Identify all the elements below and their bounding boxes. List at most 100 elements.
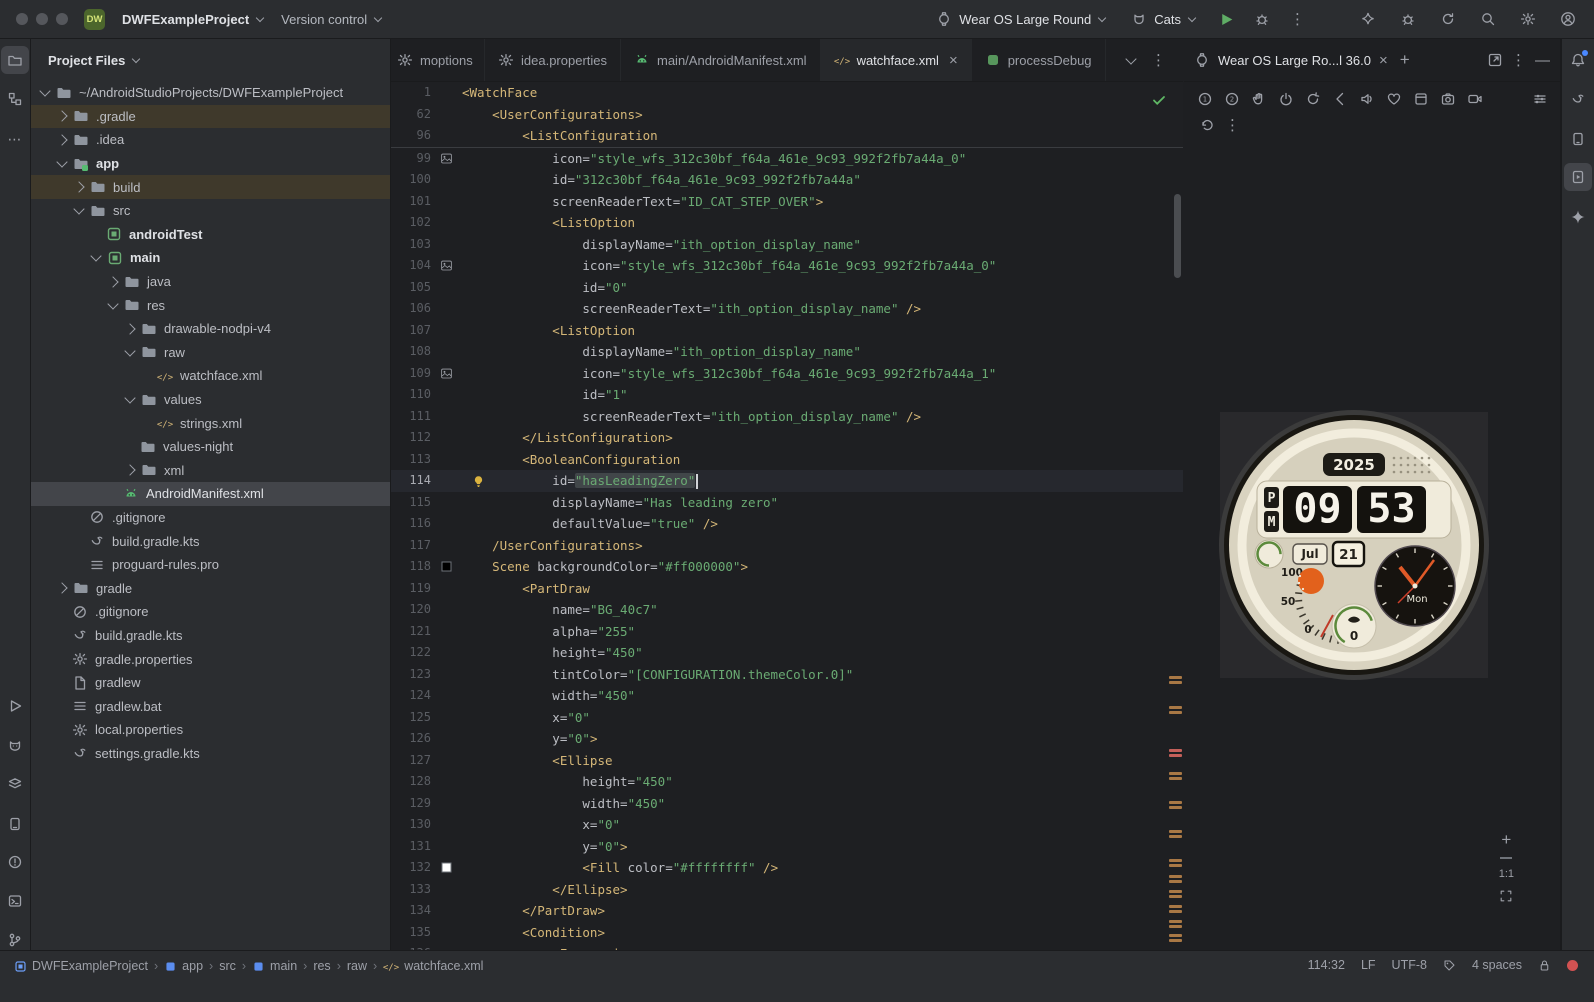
project-selector[interactable]: DWFExampleProject	[113, 7, 272, 32]
code-line[interactable]: 62 <UserConfigurations>	[391, 104, 1183, 126]
code-line[interactable]: 112 </ListConfiguration>	[391, 427, 1183, 449]
project-panel-header[interactable]: Project Files	[31, 39, 390, 81]
zoom-out-button[interactable]	[1500, 857, 1513, 859]
breadcrumb-item[interactable]: app	[164, 959, 203, 973]
screenshot-button[interactable]	[1435, 87, 1460, 110]
code-line[interactable]: 129 width="450"	[391, 793, 1183, 815]
code-line[interactable]: 100 id="312c30bf_f64a_461e_9c93_992f2fb7a…	[391, 169, 1183, 191]
device-more-icon[interactable]: ⋮	[1225, 116, 1241, 134]
tab-processdebug[interactable]: processDebug	[972, 39, 1106, 81]
close-device-icon[interactable]: ×	[1379, 52, 1388, 69]
chevron-down-icon[interactable]	[107, 297, 119, 310]
code-line[interactable]: 131 y="0">	[391, 836, 1183, 858]
code-line[interactable]: 124 width="450"	[391, 685, 1183, 707]
vcs-widget[interactable]: Version control	[272, 7, 390, 32]
chevron-right-icon[interactable]	[56, 110, 68, 123]
window-close-button[interactable]	[16, 13, 28, 25]
device-manager-tool-icon[interactable]	[1564, 125, 1592, 153]
power-button[interactable]	[1273, 87, 1298, 110]
structure-tool-icon[interactable]	[1, 85, 29, 113]
window-zoom-button[interactable]	[56, 13, 68, 25]
logcat-tool-icon[interactable]	[1, 731, 29, 759]
chevron-down-icon[interactable]	[124, 392, 136, 404]
indent-setting[interactable]: 4 spaces	[1472, 958, 1522, 972]
problems-tool-icon[interactable]	[1, 848, 29, 876]
chevron-down-icon[interactable]	[124, 345, 136, 357]
tree-item[interactable]: androidTest	[31, 223, 390, 247]
ai-assistant-icon[interactable]	[1354, 5, 1382, 33]
code-line[interactable]: 126 y="0">	[391, 728, 1183, 750]
volume-button[interactable]	[1354, 87, 1379, 110]
code-line[interactable]: 134 </PartDraw>	[391, 900, 1183, 922]
code-line[interactable]: 109 icon="style_wfs_312c30bf_f64a_461e_9c…	[391, 363, 1183, 385]
chevron-down-icon[interactable]	[39, 85, 51, 97]
account-icon[interactable]	[1554, 5, 1582, 33]
bug-report-icon[interactable]	[1394, 5, 1422, 33]
back-button[interactable]	[1327, 87, 1352, 110]
code-line[interactable]: 123 tintColor="[CONFIGURATION.themeColor.…	[391, 664, 1183, 686]
code-line[interactable]: 117/UserConfigurations>	[391, 535, 1183, 557]
more-actions-icon[interactable]: ⋮	[1284, 5, 1312, 33]
tree-item[interactable]: .gradle	[31, 104, 390, 129]
code-line[interactable]: 102 <ListOption	[391, 212, 1183, 234]
code-line[interactable]: 116 defaultValue="true" />	[391, 513, 1183, 535]
tree-item[interactable]: gradle.properties	[31, 647, 390, 671]
zoom-level[interactable]: 1:1	[1499, 868, 1514, 880]
code-line[interactable]: 120 name="BG_40c7"	[391, 599, 1183, 621]
zoom-in-button[interactable]: +	[1501, 831, 1511, 848]
chevron-right-icon[interactable]	[124, 323, 136, 335]
chevron-right-icon[interactable]	[107, 275, 119, 288]
window-minimize-button[interactable]	[36, 13, 48, 25]
tree-item[interactable]: build.gradle.kts	[31, 624, 390, 648]
code-line[interactable]: 135 <Condition>	[391, 922, 1183, 944]
tab-main-androidmanifest-xml[interactable]: main/AndroidManifest.xml	[621, 39, 821, 81]
code-line[interactable]: 104 icon="style_wfs_312c30bf_f64a_461e_9c…	[391, 255, 1183, 277]
tree-item[interactable]: </> strings.xml	[31, 411, 390, 435]
code-line[interactable]: 107 <ListOption	[391, 320, 1183, 342]
tree-item[interactable]: values	[31, 388, 390, 412]
device-tab-title[interactable]: Wear OS Large Ro...l 36.0	[1218, 53, 1371, 68]
chevron-down-icon[interactable]	[73, 203, 85, 215]
code-line[interactable]: 125 x="0"	[391, 707, 1183, 729]
code-line[interactable]: 127 <Ellipse	[391, 750, 1183, 772]
code-line[interactable]: 108 displayName="ith_option_display_name"	[391, 341, 1183, 363]
tree-item[interactable]: app	[31, 152, 390, 176]
analysis-status-icon[interactable]	[1567, 959, 1578, 971]
tree-item[interactable]: settings.gradle.kts	[31, 742, 390, 766]
screen-record-button[interactable]	[1462, 87, 1487, 110]
overview-button[interactable]	[1408, 87, 1433, 110]
terminal-tool-icon[interactable]	[1, 887, 29, 915]
add-device-icon[interactable]: +	[1400, 50, 1410, 70]
tab-idea-properties[interactable]: idea.properties	[485, 39, 621, 81]
tab-watchface-xml[interactable]: </> watchface.xml ×	[820, 39, 972, 81]
tree-item[interactable]: .gitignore	[31, 506, 390, 530]
inspections-ok-icon[interactable]	[1151, 92, 1167, 111]
breadcrumb-item[interactable]: </> watchface.xml	[383, 958, 483, 974]
button-1-button[interactable]: 1	[1192, 87, 1217, 110]
code-line[interactable]: 130 x="0"	[391, 814, 1183, 836]
code-line[interactable]: 115 displayName="Has leading zero"	[391, 492, 1183, 514]
heart-rate-button[interactable]	[1381, 87, 1406, 110]
code-area[interactable]: 1 <WatchFace 62 <UserConfigurations> 96 <List…	[391, 82, 1183, 950]
code-line[interactable]: 110 id="1"	[391, 384, 1183, 406]
chevron-right-icon[interactable]	[56, 582, 68, 594]
breadcrumb-item[interactable]: res	[313, 959, 330, 973]
open-in-window-icon[interactable]	[1487, 52, 1503, 68]
run-button[interactable]	[1212, 5, 1240, 33]
tree-item[interactable]: xml	[31, 459, 390, 483]
breadcrumb-item[interactable]: main	[252, 959, 297, 973]
tree-item[interactable]: local.properties	[31, 718, 390, 742]
watch-face[interactable]: 2025PM 09 53Jul 21Mon100500 0	[1214, 405, 1494, 685]
tree-item[interactable]: res	[31, 293, 390, 317]
search-icon[interactable]	[1474, 5, 1502, 33]
code-line[interactable]: 101 screenReaderText="ID_CAT_STEP_OVER">	[391, 191, 1183, 213]
palm-button[interactable]	[1246, 87, 1271, 110]
more-tool-icon[interactable]: ⋯	[1, 125, 29, 153]
chevron-right-icon[interactable]	[73, 181, 85, 193]
hide-panel-icon[interactable]: —	[1535, 52, 1550, 69]
sync-icon[interactable]	[1434, 5, 1462, 33]
tree-item[interactable]: .gitignore	[31, 600, 390, 624]
running-devices-tool-icon[interactable]	[1564, 163, 1592, 191]
code-line[interactable]: 132 <Fill color="#ffffffff" />	[391, 857, 1183, 879]
breadcrumb-item[interactable]: DWFExampleProject	[14, 959, 148, 973]
